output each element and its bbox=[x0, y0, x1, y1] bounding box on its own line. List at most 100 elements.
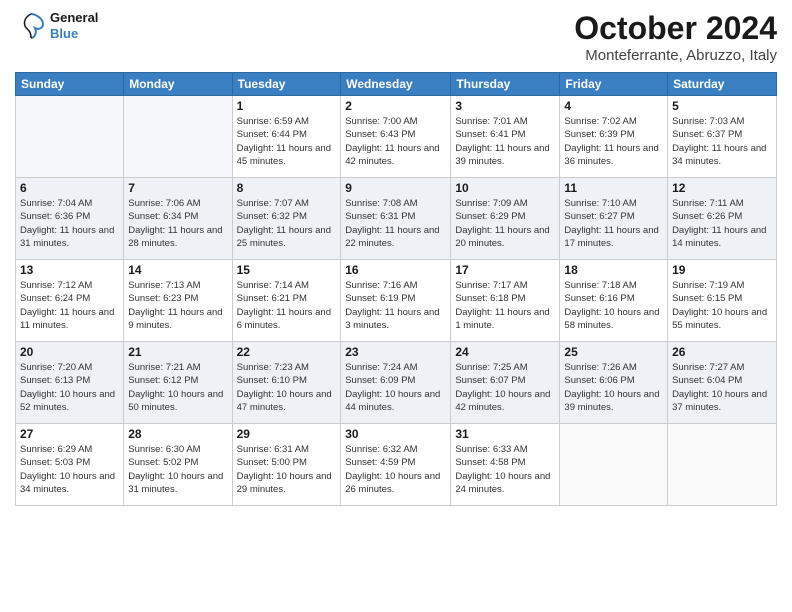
calendar-day-cell bbox=[124, 96, 232, 178]
day-info: Sunrise: 7:10 AM Sunset: 6:27 PM Dayligh… bbox=[564, 197, 663, 250]
day-info: Sunrise: 7:19 AM Sunset: 6:15 PM Dayligh… bbox=[672, 279, 772, 332]
calendar-day-cell bbox=[668, 424, 777, 506]
calendar-day-cell: 20Sunrise: 7:20 AM Sunset: 6:13 PM Dayli… bbox=[16, 342, 124, 424]
day-info: Sunrise: 7:26 AM Sunset: 6:06 PM Dayligh… bbox=[564, 361, 663, 414]
calendar-day-cell: 28 Sunrise: 6:30 AM Sunset: 5:02 PM Dayli… bbox=[124, 424, 232, 506]
day-info: Sunrise: 7:23 AM Sunset: 6:10 PM Dayligh… bbox=[237, 361, 337, 414]
calendar-day-cell: 26 Sunrise: 7:27 AM Sunset: 6:04 PM Dayli… bbox=[668, 342, 777, 424]
day-info: Sunrise: 7:01 AM Sunset: 6:41 PM Dayligh… bbox=[455, 115, 555, 168]
day-info: Sunrise: 7:17 AM Sunset: 6:18 PM Dayligh… bbox=[455, 279, 555, 332]
col-saturday: Saturday bbox=[668, 73, 777, 96]
day-number: 29 bbox=[237, 427, 337, 441]
day-number: 25 bbox=[564, 345, 663, 359]
calendar-day-cell: 2Sunrise: 7:00 AM Sunset: 6:43 PM Daylig… bbox=[341, 96, 451, 178]
day-number: 26 bbox=[672, 345, 772, 359]
day-number: 22 bbox=[237, 345, 337, 359]
calendar-day-cell: 29 Sunrise: 6:31 AM Sunset: 5:00 PM Dayli… bbox=[232, 424, 341, 506]
day-info: Sunrise: 7:21 AM Sunset: 6:12 PM Dayligh… bbox=[128, 361, 227, 414]
day-info: Sunrise: 6:59 AM Sunset: 6:44 PM Dayligh… bbox=[237, 115, 337, 168]
day-number: 8 bbox=[237, 181, 337, 195]
location: Monteferrante, Abruzzo, Italy bbox=[574, 47, 777, 64]
day-number: 13 bbox=[20, 263, 119, 277]
calendar-day-cell: 15 Sunrise: 7:14 AM Sunset: 6:21 PM Dayli… bbox=[232, 260, 341, 342]
day-info: Sunrise: 6:29 AM Sunset: 5:03 PM Dayligh… bbox=[20, 443, 119, 496]
calendar-day-cell: 8 Sunrise: 7:07 AM Sunset: 6:32 PM Daylig… bbox=[232, 178, 341, 260]
calendar-day-cell: 5Sunrise: 7:03 AM Sunset: 6:37 PM Daylig… bbox=[668, 96, 777, 178]
logo-wordmark: General Blue bbox=[15, 10, 98, 42]
calendar-day-cell: 18Sunrise: 7:18 AM Sunset: 6:16 PM Dayli… bbox=[560, 260, 668, 342]
day-info: Sunrise: 7:27 AM Sunset: 6:04 PM Dayligh… bbox=[672, 361, 772, 414]
calendar-day-cell: 27 Sunrise: 6:29 AM Sunset: 5:03 PM Dayli… bbox=[16, 424, 124, 506]
calendar-week-4: 20Sunrise: 7:20 AM Sunset: 6:13 PM Dayli… bbox=[16, 342, 777, 424]
page-header: General Blue October 2024 Monteferrante,… bbox=[15, 10, 777, 64]
day-number: 23 bbox=[345, 345, 446, 359]
calendar-day-cell bbox=[16, 96, 124, 178]
calendar-table: Sunday Monday Tuesday Wednesday Thursday… bbox=[15, 72, 777, 506]
calendar-day-cell: 3 Sunrise: 7:01 AM Sunset: 6:41 PM Daylig… bbox=[451, 96, 560, 178]
day-number: 9 bbox=[345, 181, 446, 195]
day-info: Sunrise: 6:33 AM Sunset: 4:58 PM Dayligh… bbox=[455, 443, 555, 496]
day-info: Sunrise: 7:24 AM Sunset: 6:09 PM Dayligh… bbox=[345, 361, 446, 414]
day-number: 3 bbox=[455, 99, 555, 113]
day-number: 14 bbox=[128, 263, 227, 277]
calendar-day-cell: 17 Sunrise: 7:17 AM Sunset: 6:18 PM Dayli… bbox=[451, 260, 560, 342]
calendar-day-cell: 23 Sunrise: 7:24 AM Sunset: 6:09 PM Dayli… bbox=[341, 342, 451, 424]
calendar-week-1: 1Sunrise: 6:59 AM Sunset: 6:44 PM Daylig… bbox=[16, 96, 777, 178]
day-info: Sunrise: 7:11 AM Sunset: 6:26 PM Dayligh… bbox=[672, 197, 772, 250]
calendar-day-cell: 16Sunrise: 7:16 AM Sunset: 6:19 PM Dayli… bbox=[341, 260, 451, 342]
day-number: 28 bbox=[128, 427, 227, 441]
day-number: 6 bbox=[20, 181, 119, 195]
day-info: Sunrise: 7:08 AM Sunset: 6:31 PM Dayligh… bbox=[345, 197, 446, 250]
calendar-day-cell: 21Sunrise: 7:21 AM Sunset: 6:12 PM Dayli… bbox=[124, 342, 232, 424]
day-number: 27 bbox=[20, 427, 119, 441]
calendar-day-cell: 1Sunrise: 6:59 AM Sunset: 6:44 PM Daylig… bbox=[232, 96, 341, 178]
col-tuesday: Tuesday bbox=[232, 73, 341, 96]
calendar-day-cell: 6Sunrise: 7:04 AM Sunset: 6:36 PM Daylig… bbox=[16, 178, 124, 260]
day-number: 4 bbox=[564, 99, 663, 113]
day-info: Sunrise: 7:02 AM Sunset: 6:39 PM Dayligh… bbox=[564, 115, 663, 168]
day-number: 7 bbox=[128, 181, 227, 195]
day-info: Sunrise: 6:31 AM Sunset: 5:00 PM Dayligh… bbox=[237, 443, 337, 496]
calendar-day-cell: 12Sunrise: 7:11 AM Sunset: 6:26 PM Dayli… bbox=[668, 178, 777, 260]
calendar-day-cell: 19 Sunrise: 7:19 AM Sunset: 6:15 PM Dayli… bbox=[668, 260, 777, 342]
day-number: 19 bbox=[672, 263, 772, 277]
calendar-day-cell: 4 Sunrise: 7:02 AM Sunset: 6:39 PM Daylig… bbox=[560, 96, 668, 178]
day-info: Sunrise: 7:07 AM Sunset: 6:32 PM Dayligh… bbox=[237, 197, 337, 250]
day-info: Sunrise: 7:13 AM Sunset: 6:23 PM Dayligh… bbox=[128, 279, 227, 332]
day-info: Sunrise: 7:25 AM Sunset: 6:07 PM Dayligh… bbox=[455, 361, 555, 414]
day-info: Sunrise: 6:32 AM Sunset: 4:59 PM Dayligh… bbox=[345, 443, 446, 496]
calendar-day-cell: 14 Sunrise: 7:13 AM Sunset: 6:23 PM Dayli… bbox=[124, 260, 232, 342]
calendar-day-cell: 7Sunrise: 7:06 AM Sunset: 6:34 PM Daylig… bbox=[124, 178, 232, 260]
day-number: 30 bbox=[345, 427, 446, 441]
logo-general: General bbox=[50, 10, 98, 26]
calendar-day-cell: 30 Sunrise: 6:32 AM Sunset: 4:59 PM Dayli… bbox=[341, 424, 451, 506]
calendar-header-row: Sunday Monday Tuesday Wednesday Thursday… bbox=[16, 73, 777, 96]
day-number: 16 bbox=[345, 263, 446, 277]
calendar-day-cell: 24Sunrise: 7:25 AM Sunset: 6:07 PM Dayli… bbox=[451, 342, 560, 424]
day-number: 17 bbox=[455, 263, 555, 277]
col-friday: Friday bbox=[560, 73, 668, 96]
calendar-day-cell: 31Sunrise: 6:33 AM Sunset: 4:58 PM Dayli… bbox=[451, 424, 560, 506]
day-info: Sunrise: 7:09 AM Sunset: 6:29 PM Dayligh… bbox=[455, 197, 555, 250]
logo-blue: Blue bbox=[50, 26, 98, 42]
calendar-day-cell bbox=[560, 424, 668, 506]
month-title: October 2024 bbox=[574, 10, 777, 47]
day-number: 11 bbox=[564, 181, 663, 195]
day-number: 5 bbox=[672, 99, 772, 113]
title-block: October 2024 Monteferrante, Abruzzo, Ita… bbox=[574, 10, 777, 64]
col-monday: Monday bbox=[124, 73, 232, 96]
calendar-day-cell: 11 Sunrise: 7:10 AM Sunset: 6:27 PM Dayli… bbox=[560, 178, 668, 260]
day-info: Sunrise: 6:30 AM Sunset: 5:02 PM Dayligh… bbox=[128, 443, 227, 496]
day-number: 10 bbox=[455, 181, 555, 195]
col-wednesday: Wednesday bbox=[341, 73, 451, 96]
day-info: Sunrise: 7:14 AM Sunset: 6:21 PM Dayligh… bbox=[237, 279, 337, 332]
logo-bird-icon bbox=[15, 10, 47, 42]
day-number: 15 bbox=[237, 263, 337, 277]
day-info: Sunrise: 7:12 AM Sunset: 6:24 PM Dayligh… bbox=[20, 279, 119, 332]
col-thursday: Thursday bbox=[451, 73, 560, 96]
calendar-week-3: 13 Sunrise: 7:12 AM Sunset: 6:24 PM Dayli… bbox=[16, 260, 777, 342]
calendar-day-cell: 13 Sunrise: 7:12 AM Sunset: 6:24 PM Dayli… bbox=[16, 260, 124, 342]
day-number: 18 bbox=[564, 263, 663, 277]
day-info: Sunrise: 7:20 AM Sunset: 6:13 PM Dayligh… bbox=[20, 361, 119, 414]
calendar-day-cell: 22 Sunrise: 7:23 AM Sunset: 6:10 PM Dayli… bbox=[232, 342, 341, 424]
